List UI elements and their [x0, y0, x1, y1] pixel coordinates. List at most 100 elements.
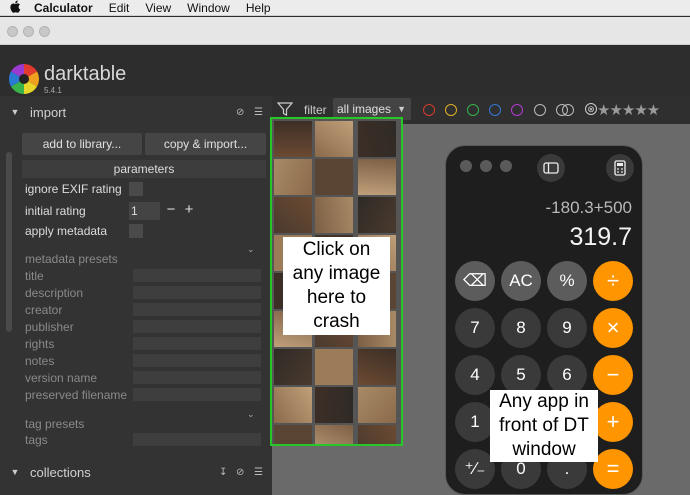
- collapse-triangle-icon[interactable]: ▼: [0, 107, 30, 117]
- metadata-creator-label: creator: [25, 303, 63, 317]
- color-label-any[interactable]: [534, 104, 546, 116]
- chevron-down-icon[interactable]: ⌄: [247, 409, 255, 420]
- image-thumbnail[interactable]: [274, 349, 312, 385]
- image-thumbnail[interactable]: [315, 425, 353, 444]
- callout-line: window: [512, 439, 576, 460]
- calc-key[interactable]: −: [593, 355, 633, 395]
- calc-key[interactable]: %: [547, 261, 587, 301]
- parameters-header[interactable]: parameters: [22, 160, 266, 178]
- reset-icon[interactable]: ⊘: [236, 467, 244, 478]
- image-thumbnail[interactable]: [274, 387, 312, 423]
- tags-field[interactable]: [133, 433, 261, 446]
- metadata-rights-field[interactable]: [133, 337, 261, 350]
- sidebar-icon[interactable]: [537, 154, 565, 182]
- color-label-red[interactable]: [423, 104, 435, 116]
- chevron-down-icon[interactable]: ⌄: [247, 244, 255, 255]
- menu-app-name[interactable]: Calculator: [30, 1, 101, 15]
- calc-key[interactable]: 4: [455, 355, 495, 395]
- calc-key[interactable]: ÷: [593, 261, 633, 301]
- color-label-yellow[interactable]: [445, 104, 457, 116]
- zoom-window-button[interactable]: [39, 26, 50, 37]
- import-module-header[interactable]: ▼ import ⊘ ☰: [0, 98, 272, 126]
- metadata-description-field[interactable]: [133, 286, 261, 299]
- rating-increase-button[interactable]: +: [182, 202, 196, 218]
- darktable-header: darktable 5.4.1: [0, 46, 690, 96]
- calculator-mode-icon[interactable]: [606, 154, 634, 182]
- filter-icon[interactable]: [277, 101, 293, 117]
- menu-view[interactable]: View: [137, 1, 179, 15]
- rating-decrease-button[interactable]: −: [164, 202, 178, 218]
- metadata-title-field[interactable]: [133, 269, 261, 282]
- left-panel: ▼ import ⊘ ☰ add to library... copy & im…: [0, 96, 272, 495]
- metadata-version-name-label: version name: [25, 371, 98, 385]
- calc-key[interactable]: AC: [501, 261, 541, 301]
- minimize-window-button[interactable]: [23, 26, 34, 37]
- image-thumbnail[interactable]: [274, 197, 312, 233]
- initial-rating-input[interactable]: 1: [129, 202, 160, 220]
- calc-key[interactable]: ×: [593, 308, 633, 348]
- metadata-creator-field[interactable]: [133, 303, 261, 316]
- collapse-triangle-icon[interactable]: ▼: [0, 467, 30, 477]
- calc-key[interactable]: 5: [501, 355, 541, 395]
- crash-callout: Click on any image here to crash: [283, 237, 390, 335]
- menu-help[interactable]: Help: [238, 1, 279, 15]
- reset-icon[interactable]: ⊘: [236, 107, 244, 118]
- metadata-preserved-filename-field[interactable]: [133, 388, 261, 401]
- color-label-blue[interactable]: [489, 104, 501, 116]
- copy-and-import-button[interactable]: copy & import...: [145, 133, 266, 155]
- collections-module-header[interactable]: ▼ collections ↧ ⊘ ☰: [0, 458, 272, 486]
- metadata-publisher-field[interactable]: [133, 320, 261, 333]
- image-thumbnail[interactable]: [358, 349, 396, 385]
- image-thumbnail[interactable]: [358, 159, 396, 195]
- metadata-notes-field[interactable]: [133, 354, 261, 367]
- darktable-logo-icon: [8, 63, 40, 94]
- image-thumbnail[interactable]: [315, 121, 353, 157]
- metadata-title-label: title: [25, 269, 44, 283]
- calc-expression: -180.3+500: [545, 198, 633, 217]
- calc-key[interactable]: ⁺∕₋: [455, 449, 495, 489]
- calc-key[interactable]: 1: [455, 402, 495, 442]
- presets-menu-icon[interactable]: ☰: [254, 107, 263, 118]
- calc-key[interactable]: +: [593, 402, 633, 442]
- apply-metadata-checkbox[interactable]: [129, 224, 143, 238]
- apple-icon[interactable]: [0, 0, 30, 16]
- left-panel-scrollbar[interactable]: [6, 152, 12, 332]
- calc-zoom-button[interactable]: [500, 160, 512, 172]
- calc-key[interactable]: ⌫: [455, 261, 495, 301]
- metadata-preserved-filename-label: preserved filename: [25, 388, 128, 402]
- image-thumbnail[interactable]: [274, 425, 312, 444]
- calc-key[interactable]: =: [593, 449, 633, 489]
- import-module-title: import: [30, 104, 67, 120]
- image-thumbnail[interactable]: [315, 349, 353, 385]
- calc-key[interactable]: 9: [547, 308, 587, 348]
- image-thumbnail[interactable]: [358, 197, 396, 233]
- add-to-library-button[interactable]: add to library...: [22, 133, 142, 155]
- ignore-exif-checkbox[interactable]: [129, 182, 143, 196]
- image-thumbnail[interactable]: [274, 159, 312, 195]
- close-window-button[interactable]: [7, 26, 18, 37]
- callout-line: crash: [313, 311, 360, 332]
- metadata-notes-label: notes: [25, 354, 55, 368]
- callout-line: any image: [292, 263, 381, 284]
- image-thumbnail[interactable]: [358, 425, 396, 444]
- menu-edit[interactable]: Edit: [101, 1, 138, 15]
- calc-key[interactable]: 8: [501, 308, 541, 348]
- calc-key[interactable]: 6: [547, 355, 587, 395]
- image-thumbnail[interactable]: [358, 387, 396, 423]
- calc-minimize-button[interactable]: [480, 160, 492, 172]
- calc-close-button[interactable]: [460, 160, 472, 172]
- image-thumbnail[interactable]: [274, 121, 312, 157]
- menu-window[interactable]: Window: [179, 1, 238, 15]
- color-label-green[interactable]: [467, 104, 479, 116]
- image-thumbnail[interactable]: [315, 197, 353, 233]
- image-thumbnail[interactable]: [315, 159, 353, 195]
- sort-icon[interactable]: ↧: [219, 467, 227, 478]
- image-thumbnail[interactable]: [358, 121, 396, 157]
- presets-menu-icon[interactable]: ☰: [254, 467, 263, 478]
- reject-icon[interactable]: ⊗: [585, 103, 597, 115]
- rating-stars[interactable]: ★★★★★: [597, 101, 660, 119]
- image-thumbnail[interactable]: [315, 387, 353, 423]
- calc-key[interactable]: 7: [455, 308, 495, 348]
- color-label-purple[interactable]: [511, 104, 523, 116]
- metadata-version-name-field[interactable]: [133, 371, 261, 384]
